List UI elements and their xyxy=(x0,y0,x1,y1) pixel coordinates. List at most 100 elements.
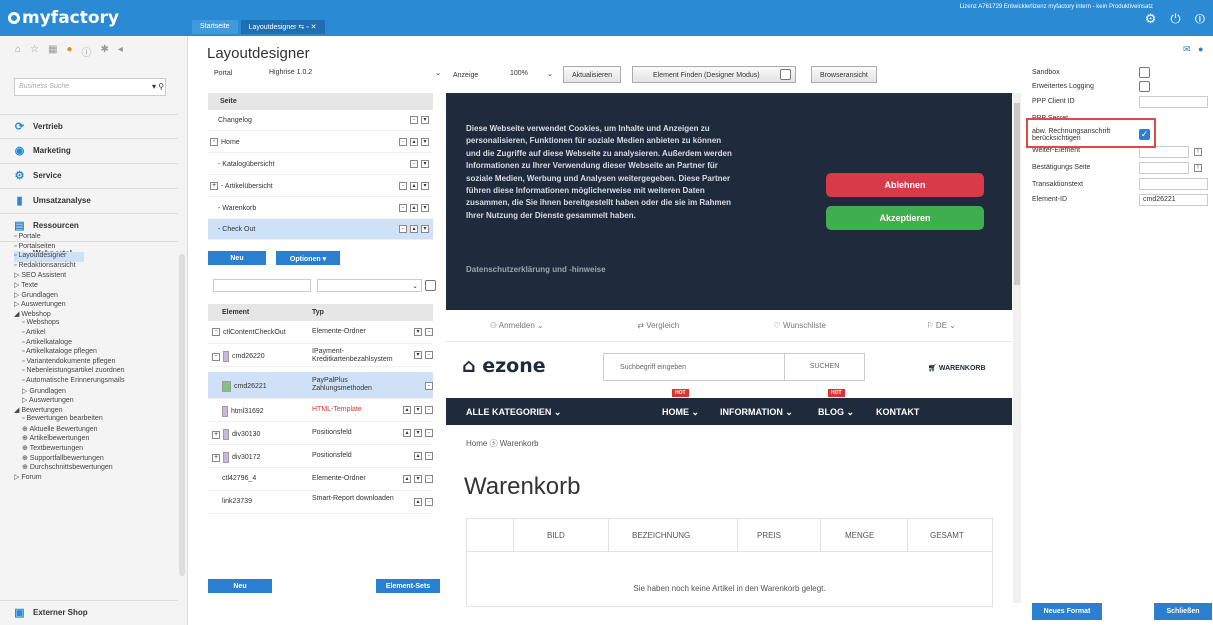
tree-item[interactable]: ⊕ Textbewertungen xyxy=(14,444,179,454)
tree-item[interactable]: ▷ SEO Assistent xyxy=(14,271,179,281)
tree-item[interactable]: ▫ Artikelkataloge xyxy=(14,339,179,349)
sidebar-item-vertrieb[interactable]: ⟳ Vertrieb xyxy=(0,114,178,137)
neu-button[interactable]: Neu xyxy=(208,251,266,265)
page-row[interactable]: - Katalogübersicht - ▾ xyxy=(208,154,433,175)
ablehnen-button[interactable]: Ablehnen xyxy=(826,173,984,197)
element-row[interactable]: html31692 HTML-Template ▴ ▾ - xyxy=(208,399,433,422)
page-row[interactable]: - Warenkorb - ▴ ▾ xyxy=(208,198,433,219)
tree-item[interactable]: ▷ Grundlagen xyxy=(14,387,179,397)
preview-scrollbar[interactable] xyxy=(1013,93,1021,603)
element-row[interactable]: - cmd26220 IPayment-Kreditkartenbezahlsyst… xyxy=(208,344,433,367)
wunschliste-link[interactable]: ♡ Wunschliste xyxy=(729,321,871,330)
tree-item[interactable]: ▫ Redaktionsansicht xyxy=(14,262,179,272)
favorites-icon[interactable]: ☆ xyxy=(30,44,39,59)
tree-item[interactable]: ▷ Forum xyxy=(14,473,179,483)
zoom-select[interactable]: 100% ⌄ xyxy=(506,68,555,81)
filter-input[interactable] xyxy=(213,279,311,292)
tree-item[interactable]: ⊕ Supportfallbewertungen xyxy=(14,454,179,464)
suchen-button[interactable]: SUCHEN xyxy=(784,354,864,380)
tree-item[interactable]: ▫ Artikel xyxy=(14,329,179,339)
filter-select[interactable]: ⌄ xyxy=(317,279,422,292)
tree-item[interactable]: ▷ Auswertungen xyxy=(14,300,179,310)
alle-kategorien-menu[interactable]: ALLE KATEGORIEN ⌄ xyxy=(466,407,561,418)
element-row[interactable]: + div30130 Positionsfeld ▴ ▾ - xyxy=(208,422,433,445)
tree-item[interactable]: ▫ Artikelkataloge pflegen xyxy=(14,348,179,358)
tree-item[interactable]: ◢ Webshop xyxy=(14,310,179,320)
anmelden-link[interactable]: ⚇ Anmelden ⌄ xyxy=(446,321,588,330)
nav-information[interactable]: INFORMATION ⌄ xyxy=(720,407,793,418)
page-row[interactable]: + - Artikelübersicht - ▴ ▾ xyxy=(208,176,433,197)
sidebar-item-externer-shop[interactable]: ▣ Externer Shop xyxy=(0,600,178,623)
element-row[interactable]: + div30172 Positionsfeld ▴ - xyxy=(208,445,433,468)
filter-checkbox[interactable] xyxy=(425,280,436,291)
tree-item[interactable]: ⊕ Artikelbewertungen xyxy=(14,434,179,444)
page-row[interactable]: Changelog - ▾ xyxy=(208,110,433,131)
bestaetigung-field[interactable] xyxy=(1139,162,1189,174)
tree-item[interactable]: ◢ Bewertungen xyxy=(14,406,179,416)
logging-checkbox[interactable] xyxy=(1139,81,1150,92)
tab-layoutdesigner[interactable]: Layoutdesigner ⇆ ▫ ✕ xyxy=(240,20,325,34)
tree-item[interactable]: ▷ Texte xyxy=(14,281,179,291)
logout-icon[interactable]: ⏼ xyxy=(1195,11,1205,27)
akzeptieren-button[interactable]: Akzeptieren xyxy=(826,206,984,230)
bestaetigung-picker-icon[interactable]: ! xyxy=(1194,164,1202,172)
tree-item[interactable]: ▫ Portale xyxy=(14,233,179,243)
neu-element-button[interactable]: Neu xyxy=(208,579,272,593)
tree-item[interactable]: ▫ Variantendokumente pflegen xyxy=(14,358,179,368)
neues-format-button[interactable]: Neues Format xyxy=(1032,603,1102,620)
shop-logo[interactable]: ⌂ ezone xyxy=(462,355,546,377)
nav-blog[interactable]: BLOG ⌄ xyxy=(818,407,854,418)
weiter-picker-icon[interactable]: ! xyxy=(1194,148,1202,156)
optionen-button[interactable]: Optionen ▾ xyxy=(276,251,340,265)
element-row-selected[interactable]: cmd26221 PayPalPlus Zahlungsmethoden - xyxy=(208,372,433,399)
home-icon[interactable]: ⌂ xyxy=(15,44,21,59)
vergleich-link[interactable]: ⇄ Vergleich xyxy=(588,321,730,330)
sidebar-scrollbar[interactable] xyxy=(179,254,185,576)
client-id-field[interactable] xyxy=(1139,96,1208,108)
tab-startseite[interactable]: Startseite xyxy=(192,20,238,34)
breadcrumb[interactable]: Home ⓢ Warenkorb xyxy=(466,438,539,449)
business-search-input[interactable]: Business Suche xyxy=(14,78,166,96)
tree-item[interactable]: ▫ Automatische Erinnerungsmails xyxy=(14,377,179,387)
pin-icon[interactable]: ✱ xyxy=(101,44,109,59)
mail-icon[interactable]: ✉ xyxy=(1183,44,1191,55)
tree-item[interactable]: ▫ Portalseiten xyxy=(14,243,179,253)
tree-item[interactable]: ▫ Bewertungen bearbeiten xyxy=(14,415,179,425)
sidebar-item-service[interactable]: ⚙ Service xyxy=(0,163,178,186)
element-id-field[interactable]: cmd26221 xyxy=(1139,194,1208,206)
schliessen-button[interactable]: Schließen xyxy=(1154,603,1212,620)
aktualisieren-button[interactable]: Aktualisieren xyxy=(563,66,622,83)
info-icon[interactable]: ⓘ xyxy=(82,44,92,59)
privacy-link[interactable]: Datenschutzerklärung und -hinweise xyxy=(466,265,606,274)
element-row[interactable]: ctl42796_4 Elemente-Ordner ▴ ▾ - xyxy=(208,468,433,491)
tree-item[interactable]: ⊕ Durchschnittsbewertungen xyxy=(14,463,179,473)
collapse-icon[interactable]: ◂ xyxy=(118,44,123,59)
element-row[interactable]: link23739 Smart-Report downloaden ▴ - xyxy=(208,491,433,514)
language-select[interactable]: ⚐ DE ⌄ xyxy=(871,321,1013,330)
tree-item[interactable]: ▷ Auswertungen xyxy=(14,396,179,406)
power-icon[interactable]: ⏻ xyxy=(1170,11,1180,27)
element-sets-button[interactable]: Element-Sets xyxy=(376,579,440,593)
chat-icon[interactable]: ● xyxy=(1198,44,1203,54)
nav-home[interactable]: HOME ⌄ xyxy=(662,407,699,418)
sidebar-item-marketing[interactable]: ◉ Marketing xyxy=(0,138,178,161)
shop-search[interactable]: Suchbegriff eingeben SUCHEN xyxy=(603,353,865,381)
calendar-icon[interactable]: ▦ xyxy=(48,44,57,59)
warenkorb-link[interactable]: 🛒︎ WARENKORB xyxy=(928,364,986,372)
tree-item[interactable]: ⊕ Aktuelle Bewertungen xyxy=(14,425,179,435)
nav-kontakt[interactable]: KONTAKT xyxy=(876,407,919,417)
tree-item[interactable]: ▫ Nebenleistungsartikel zuordnen xyxy=(14,367,179,377)
tree-item[interactable]: ▷ Grundlagen xyxy=(14,291,179,301)
tree-item-selected[interactable]: ▫ Layoutdesigner xyxy=(14,252,84,262)
page-row-selected[interactable]: - Check Out - ▴ ▾ xyxy=(208,219,433,240)
app-logo[interactable]: myfactory xyxy=(8,8,119,28)
sandbox-checkbox[interactable] xyxy=(1139,67,1150,78)
browseransicht-button[interactable]: Browseransicht xyxy=(811,66,877,83)
tree-item[interactable]: ▫ Webshops xyxy=(14,319,179,329)
element-row[interactable]: - ctlContentCheckOut Elemente-Ordner ▾ - xyxy=(208,321,433,344)
page-preview[interactable]: Diese Webseite verwendet Cookies, um Inh… xyxy=(446,93,1012,607)
notification-icon[interactable]: ● xyxy=(66,44,72,59)
sidebar-item-umsatzanalyse[interactable]: ▮ Umsatzanalyse xyxy=(0,188,178,211)
gear-icon[interactable]: ⚙ xyxy=(1145,11,1157,27)
portal-select[interactable]: Highrise 1.0.2 ⌄ xyxy=(265,67,443,80)
